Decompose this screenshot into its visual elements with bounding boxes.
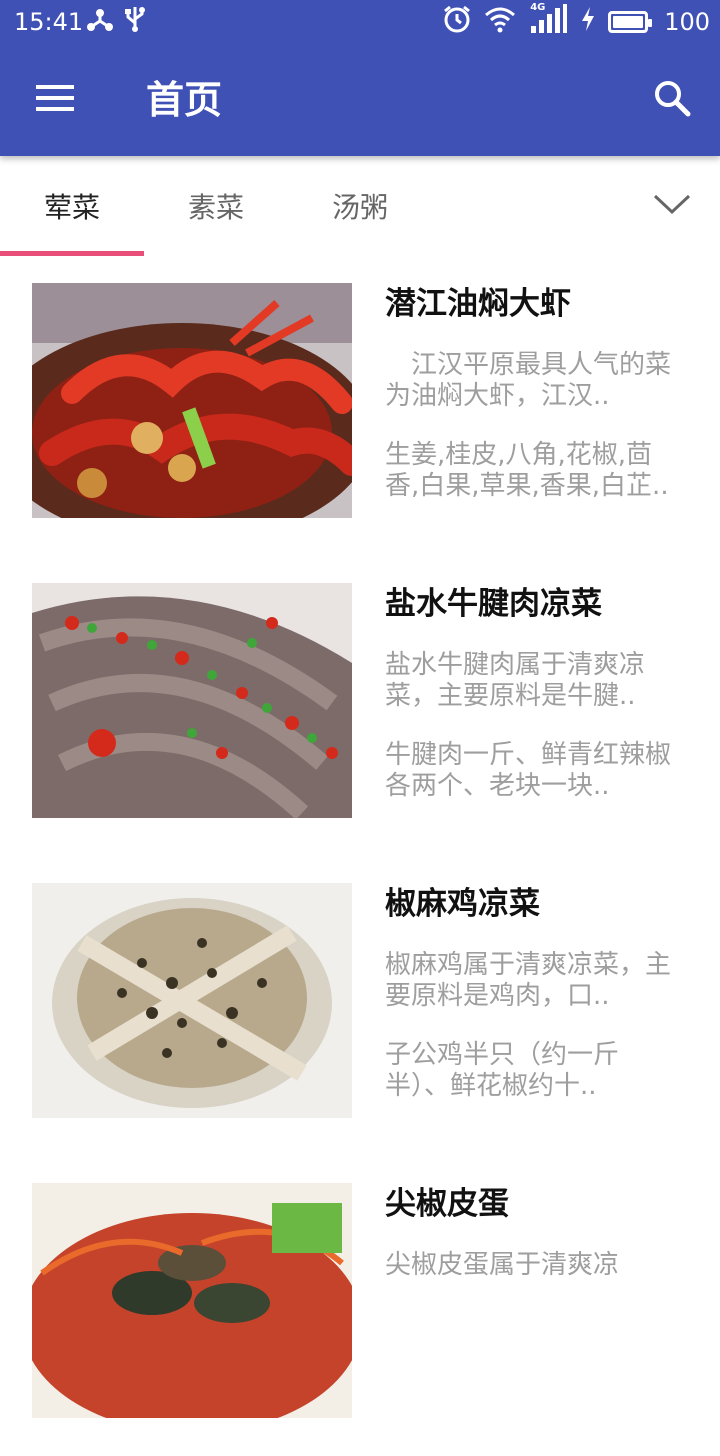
status-right-icons: 4G 100 — [442, 2, 710, 40]
network-share-icon — [86, 5, 114, 39]
alarm-icon — [442, 4, 472, 40]
network-type-label: 4G — [530, 2, 546, 13]
search-button[interactable] — [640, 68, 704, 132]
tab-meat[interactable]: 荤菜 — [0, 156, 144, 256]
tab-vegetable[interactable]: 素菜 — [144, 156, 288, 256]
expand-tabs-button[interactable] — [646, 180, 698, 232]
recipe-item[interactable]: 尖椒皮蛋 尖椒皮蛋属于清爽凉 — [0, 1156, 720, 1456]
recipe-image — [32, 883, 352, 1118]
recipe-image — [32, 283, 352, 518]
status-left-icons — [86, 5, 146, 39]
search-icon — [652, 78, 692, 122]
recipe-item[interactable]: 潜江油焖大虾 江汉平原最具人气的菜为油焖大虾，江汉.. 生姜,桂皮,八角,花椒,… — [0, 256, 720, 556]
tab-soup[interactable]: 汤粥 — [288, 156, 432, 256]
recipe-description: 椒麻鸡属于清爽凉菜，主要原料是鸡肉，口.. — [385, 950, 672, 1011]
recipe-description: 尖椒皮蛋属于清爽凉 — [385, 1250, 620, 1280]
app-bar: 15:41 4G 100 首页 — [0, 0, 720, 156]
status-time: 15:41 — [14, 8, 84, 36]
recipe-item[interactable]: 椒麻鸡凉菜 椒麻鸡属于清爽凉菜，主要原料是鸡肉，口.. 子公鸡半只（约一斤半）、… — [0, 856, 720, 1156]
recipe-ingredients: 生姜,桂皮,八角,花椒,茴香,白果,草果,香果,白芷.. — [385, 440, 669, 501]
recipe-title: 盐水牛腱肉凉菜 — [385, 586, 602, 622]
recipe-ingredients — [385, 1340, 675, 1402]
wifi-icon — [484, 5, 516, 39]
chevron-down-icon — [653, 193, 691, 219]
recipe-item[interactable]: 盐水牛腱肉凉菜 盐水牛腱肉属于清爽凉菜，主要原料是牛腱.. 牛腱肉一斤、鲜青红辣… — [0, 556, 720, 856]
usb-icon — [124, 5, 146, 39]
menu-button[interactable] — [24, 68, 88, 132]
recipe-image — [32, 1183, 352, 1418]
recipe-description: 江汉平原最具人气的菜为油焖大虾，江汉.. — [385, 350, 672, 411]
status-bar: 15:41 4G 100 — [0, 0, 720, 44]
recipe-ingredients: 牛腱肉一斤、鲜青红辣椒各两个、老块一块.. — [385, 740, 672, 801]
recipe-title: 椒麻鸡凉菜 — [385, 886, 540, 922]
charging-icon — [580, 6, 596, 38]
recipe-title: 尖椒皮蛋 — [385, 1186, 509, 1222]
battery-level: 100 — [664, 8, 710, 36]
battery-icon — [608, 11, 653, 33]
toolbar: 首页 — [0, 44, 720, 156]
page-title: 首页 — [146, 78, 223, 122]
menu-icon — [36, 83, 76, 117]
recipe-image — [32, 583, 352, 818]
battery-fill — [613, 16, 644, 28]
recipe-ingredients: 子公鸡半只（约一斤半）、鲜花椒约十.. — [385, 1040, 620, 1101]
category-tabs: 荤菜 素菜 汤粥 — [0, 156, 720, 256]
recipe-description: 盐水牛腱肉属于清爽凉菜，主要原料是牛腱.. — [385, 650, 646, 711]
recipe-title: 潜江油焖大虾 — [385, 286, 571, 322]
signal-icon: 4G — [528, 2, 568, 40]
